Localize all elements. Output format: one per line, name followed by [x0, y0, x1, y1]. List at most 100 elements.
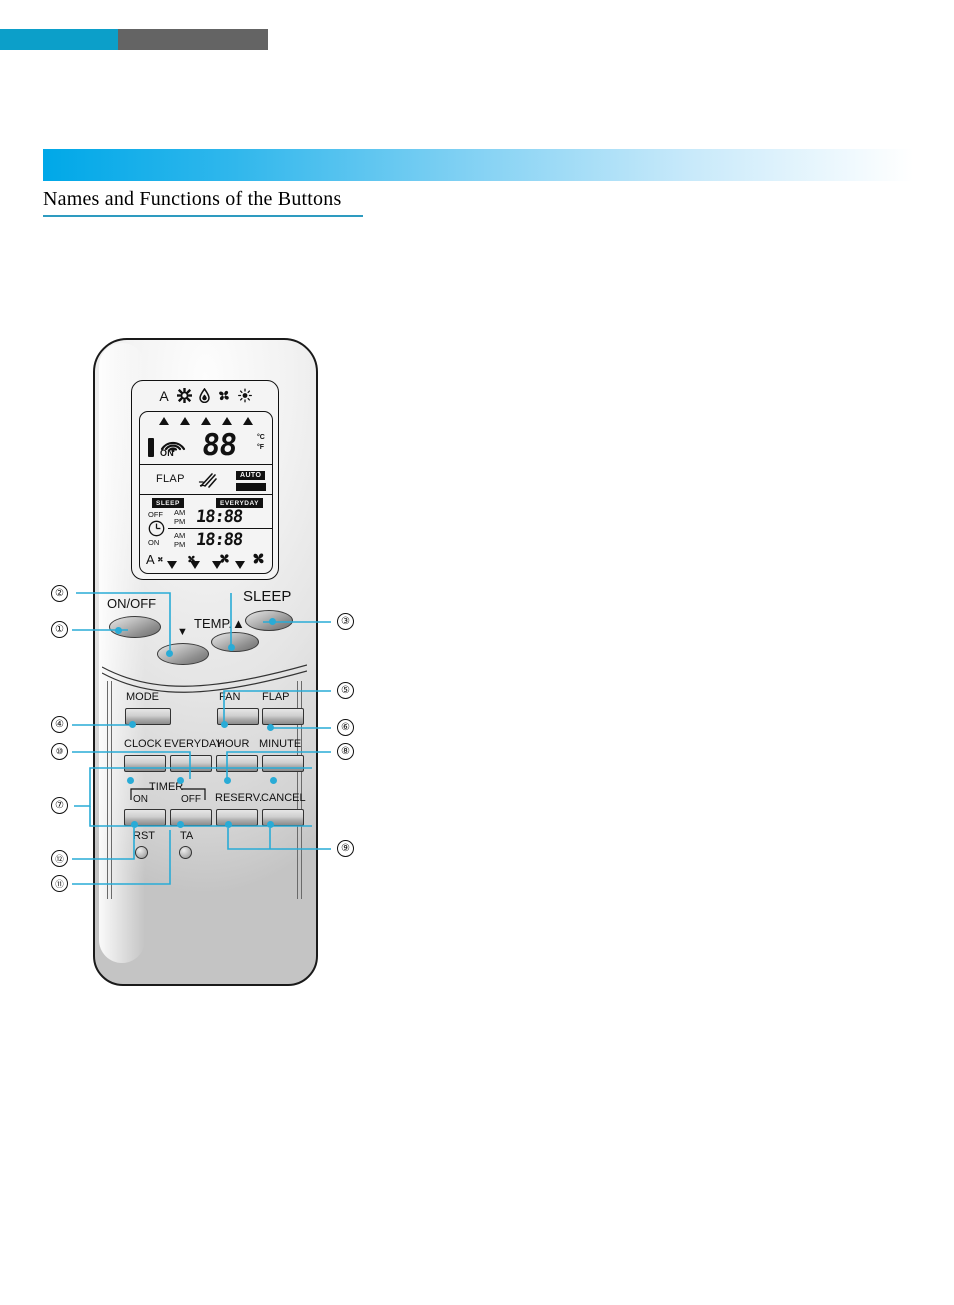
fan-auto-icon: A	[144, 551, 168, 572]
ta-button-label: TA	[180, 830, 194, 842]
flap-button[interactable]	[262, 708, 304, 725]
pointer-triangle-2	[180, 417, 190, 425]
leader-dot-tempup	[228, 644, 235, 651]
callout-4: ④	[51, 716, 68, 733]
callout-11: ⑪	[51, 875, 68, 892]
leader-dot-mode	[129, 721, 136, 728]
fan-button-label: FAN	[219, 691, 241, 703]
lcd-mode-icon-row: A	[132, 386, 278, 410]
leader-dot-clock	[127, 777, 134, 784]
cancel-button-label: CANCEL	[261, 792, 306, 804]
flap-wave-icon	[198, 470, 218, 495]
pm-label-off: PM	[174, 516, 186, 526]
fan-low-icon	[184, 551, 199, 572]
callout-9: ⑨	[337, 840, 354, 857]
lcd-temperature-digits: 88	[200, 428, 239, 463]
reserv-button[interactable]	[216, 809, 258, 826]
leader-dot-hour	[224, 777, 231, 784]
lcd-timer-off-label: OFF	[148, 510, 163, 519]
pointer-triangle-4	[222, 417, 232, 425]
timer-off-button-label: OFF	[181, 794, 201, 805]
lcd-unit-labels: °C °F	[257, 433, 265, 453]
callout-3: ③	[337, 613, 354, 630]
lcd-fan-speed-row: A	[136, 551, 276, 571]
lcd-ampm-on: AM PM	[174, 531, 186, 549]
leader-dot-minute	[270, 777, 277, 784]
leader-dot-sleep	[269, 618, 276, 625]
page-title: Names and Functions of the Buttons	[43, 188, 342, 210]
unit-fahrenheit: °F	[257, 444, 265, 451]
pointer-triangle-5	[243, 417, 253, 425]
heat-sun-icon	[238, 388, 252, 408]
lcd-on-label: ON	[160, 448, 175, 458]
minute-button-label: MINUTE	[259, 738, 302, 750]
callout-10: ⑩	[51, 743, 68, 760]
on-off-button-label: ON/OFF	[107, 596, 157, 611]
rst-button[interactable]	[135, 846, 148, 859]
fan-medium-icon	[216, 550, 233, 572]
lcd-timer-on-label: ON	[148, 538, 160, 547]
hour-button-label: HOUR	[217, 738, 250, 750]
fan-blade-icon	[217, 388, 231, 408]
clock-button[interactable]	[124, 755, 166, 772]
hour-button[interactable]	[216, 755, 258, 772]
pointer-triangle-3	[201, 417, 211, 425]
leader-dot-cancel	[267, 821, 274, 828]
lcd-sleep-badge: SLEEP	[152, 498, 184, 508]
header-bar-gray	[118, 29, 268, 50]
leader-dot-timer-off	[177, 821, 184, 828]
callout-12: ⑫	[51, 850, 68, 867]
lcd-display: A ON 88 °C °F FLAP AUTO SLEEP EVERYDAY O…	[131, 380, 279, 580]
temp-up-button[interactable]	[211, 632, 259, 652]
ta-button[interactable]	[179, 846, 192, 859]
temp-down-button-label: ▼	[177, 626, 188, 638]
leader-dot-tempdn	[166, 650, 173, 657]
leader-dot-fan	[221, 721, 228, 728]
lcd-auto-level-bar	[236, 483, 266, 491]
temp-down-button[interactable]	[157, 643, 209, 665]
lcd-ampm-off: AM PM	[174, 508, 186, 526]
panel-rail-left	[107, 681, 112, 899]
dry-drop-icon	[199, 387, 210, 408]
leader-dot-flap	[267, 724, 274, 731]
callout-7: ⑦	[51, 797, 68, 814]
temp-up-button-label: TEMP.▲	[194, 616, 245, 631]
battery-bar-icon	[148, 438, 154, 457]
svg-text:A: A	[159, 388, 169, 403]
header-bar-cyan	[0, 29, 118, 50]
section-banner	[43, 149, 913, 181]
callout-6: ⑥	[337, 719, 354, 736]
title-underline	[43, 215, 363, 217]
minute-button[interactable]	[262, 755, 304, 772]
lcd-flap-row: FLAP AUTO	[140, 466, 272, 495]
auto-a-icon: A	[158, 388, 170, 408]
flap-button-label: FLAP	[262, 691, 290, 703]
lcd-timer-on-time: 18:88	[194, 530, 244, 550]
unit-celsius: °C	[257, 434, 265, 441]
callout-1: ①	[51, 621, 68, 638]
lcd-timer-divider	[168, 528, 272, 530]
cool-snowflake-icon	[176, 387, 193, 408]
callout-8: ⑧	[337, 743, 354, 760]
svg-text:A: A	[146, 552, 155, 567]
sleep-button-label: SLEEP	[243, 588, 292, 605]
lcd-flap-label: FLAP	[156, 473, 185, 485]
reserv-button-label: RESERV.	[215, 792, 263, 804]
fan-high-icon	[249, 549, 268, 573]
pointer-triangle-1	[159, 417, 169, 425]
clock-button-label: CLOCK	[124, 738, 162, 750]
timer-on-button-label: ON	[133, 794, 148, 805]
lcd-timer-off-time: 18:88	[194, 507, 244, 527]
remote-control-illustration: A ON 88 °C °F FLAP AUTO SLEEP EVERYDAY O…	[93, 338, 318, 986]
lcd-auto-badge: AUTO	[236, 471, 266, 480]
lcd-mode-pointer-row	[140, 415, 272, 427]
leader-dot-everyday	[177, 777, 184, 784]
everyday-button[interactable]	[170, 755, 212, 772]
leader-dot-reserv	[225, 821, 232, 828]
mode-button-label: MODE	[126, 691, 159, 703]
lcd-temperature-row: ON 88 °C °F	[140, 428, 272, 464]
callout-2: ②	[51, 585, 68, 602]
pm-label-on: PM	[174, 539, 186, 549]
callout-5: ⑤	[337, 682, 354, 699]
lcd-timer-section: SLEEP EVERYDAY OFF ON AM PM AM PM 18:88 …	[140, 496, 272, 556]
